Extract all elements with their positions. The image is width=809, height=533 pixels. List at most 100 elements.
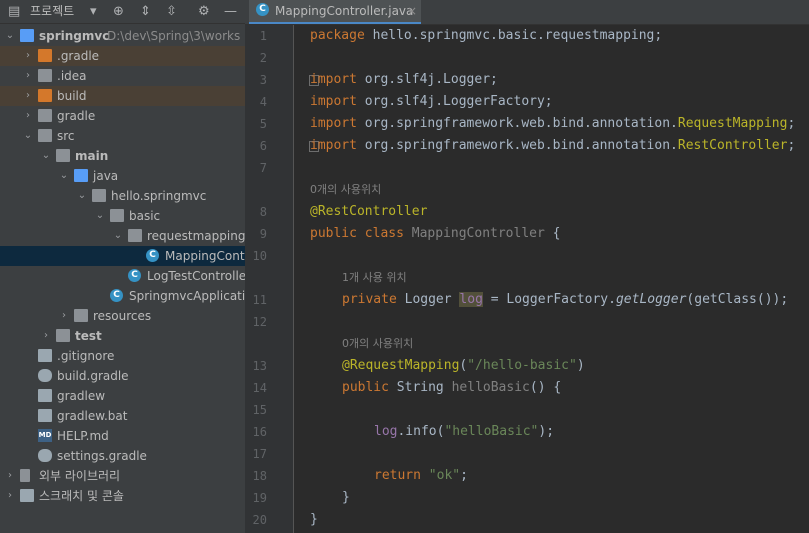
collapse-all-icon[interactable]: ⇳: [166, 0, 177, 23]
chevron-down-icon[interactable]: ⌄: [22, 126, 34, 146]
hide-icon[interactable]: —: [224, 0, 237, 23]
tree-item[interactable]: › .gradle: [0, 46, 245, 66]
project-view-title[interactable]: 프로젝트: [30, 0, 74, 23]
line-number: 4: [259, 95, 267, 109]
code-line-3: import org.slf4j.Logger;: [310, 72, 498, 87]
chevron-down-icon[interactable]: ⌄: [76, 186, 88, 206]
chevron-right-icon[interactable]: ›: [22, 46, 34, 66]
tree-item[interactable]: › resources: [0, 306, 245, 326]
line-number: 14: [252, 381, 267, 395]
chevron-down-icon[interactable]: ⌄: [94, 206, 106, 226]
tree-item[interactable]: C MappingContro: [0, 246, 245, 266]
tree-item[interactable]: ⌄ java: [0, 166, 245, 186]
tree-item[interactable]: settings.gradle: [0, 446, 245, 466]
tree-item[interactable]: ⌄ springmvc D:\dev\Spring\3\works: [0, 26, 245, 46]
tree-item-label: settings.gradle: [57, 449, 147, 463]
source-folder-icon: [74, 169, 88, 182]
file-icon: [38, 389, 52, 402]
tree-item[interactable]: .gitignore: [0, 346, 245, 366]
chevron-down-icon[interactable]: ⌄: [4, 26, 16, 46]
tab-label: MappingController.java: [275, 4, 414, 18]
chevron-down-icon[interactable]: ⌄: [58, 166, 70, 186]
chevron-down-icon[interactable]: ▾: [90, 0, 97, 23]
usage-hint[interactable]: 0개의 사용위치: [310, 179, 381, 201]
line-number: 12: [252, 315, 267, 329]
tree-item-label: gradlew.bat: [57, 409, 128, 423]
folder-icon: [38, 69, 52, 82]
chevron-right-icon[interactable]: ›: [4, 486, 16, 506]
code-line-5: import org.springframework.web.bind.anno…: [310, 116, 796, 131]
tree-item[interactable]: › gradle: [0, 106, 245, 126]
tree-item[interactable]: › 외부 라이브러리: [0, 466, 245, 486]
folder-icon: [56, 149, 70, 162]
usage-hint[interactable]: 1개 사용 위치: [342, 267, 407, 289]
class-icon: C: [146, 249, 159, 262]
tree-item[interactable]: ⌄ main: [0, 146, 245, 166]
tree-item[interactable]: MD HELP.md: [0, 426, 245, 446]
chevron-right-icon[interactable]: ›: [40, 326, 52, 346]
line-number: 8: [259, 205, 267, 219]
chevron-down-icon[interactable]: ⌄: [40, 146, 52, 166]
tree-item-label: main: [75, 149, 109, 163]
libraries-icon: [20, 469, 30, 482]
editor-tabs: C MappingController.java ×: [245, 0, 809, 25]
expand-all-icon[interactable]: ⇕: [140, 0, 151, 23]
class-icon: C: [128, 269, 141, 282]
markdown-icon: MD: [38, 429, 52, 442]
tree-item[interactable]: ⌄ requestmapping: [0, 226, 245, 246]
file-icon: [38, 349, 52, 362]
line-number: 7: [259, 161, 267, 175]
tree-item-label: HELP.md: [57, 429, 109, 443]
scratches-icon: [20, 489, 34, 502]
tab-mappingcontroller[interactable]: C MappingController.java ×: [249, 0, 421, 24]
code-line-16: log.info("helloBasic");: [374, 424, 555, 439]
tree-item-label: MappingContro: [165, 249, 245, 263]
project-view-icon[interactable]: ▤: [8, 0, 20, 23]
tree-item[interactable]: › .idea: [0, 66, 245, 86]
line-number: 5: [259, 117, 267, 131]
tree-item[interactable]: C LogTestController: [0, 266, 245, 286]
tree-item[interactable]: gradlew.bat: [0, 406, 245, 426]
tree-item[interactable]: › build: [0, 86, 245, 106]
chevron-right-icon[interactable]: ›: [22, 106, 34, 126]
tree-item[interactable]: C SpringmvcApplication: [0, 286, 245, 306]
tree-item[interactable]: ⌄ src: [0, 126, 245, 146]
tree-item-label: basic: [129, 209, 161, 223]
line-number: 11: [252, 293, 267, 307]
usage-hint[interactable]: 0개의 사용위치: [342, 333, 413, 355]
locate-icon[interactable]: ⊕: [113, 0, 124, 23]
tree-item[interactable]: build.gradle: [0, 366, 245, 386]
tree-item[interactable]: ⌄ hello.springmvc: [0, 186, 245, 206]
code-line-20: }: [310, 512, 318, 527]
package-icon: [110, 209, 124, 222]
gear-icon[interactable]: ⚙: [198, 0, 210, 23]
line-number: 16: [252, 425, 267, 439]
excluded-folder-icon: [38, 49, 52, 62]
chevron-right-icon[interactable]: ›: [22, 66, 34, 86]
tree-item-label: test: [75, 329, 102, 343]
tree-item[interactable]: gradlew: [0, 386, 245, 406]
tree-item-label: gradlew: [57, 389, 106, 403]
tree-item-label: gradle: [57, 109, 96, 123]
code-line-4: import org.slf4j.LoggerFactory;: [310, 94, 553, 109]
code-line-8: @RestController: [310, 204, 428, 219]
line-number: 10: [252, 249, 267, 263]
chevron-down-icon[interactable]: ⌄: [112, 226, 124, 246]
tree-item-label: requestmapping: [147, 229, 245, 243]
chevron-right-icon[interactable]: ›: [58, 306, 70, 326]
chevron-right-icon[interactable]: ›: [22, 86, 34, 106]
tree-item-label: SpringmvcApplication: [129, 289, 245, 303]
ide-window: ▤ 프로젝트 ▾ ⊕ ⇕ ⇳ ⚙ — ⌄ springmvc D:\dev\Spr…: [0, 0, 809, 533]
tree-item[interactable]: ⌄ basic: [0, 206, 245, 226]
close-icon[interactable]: ×: [407, 0, 417, 22]
module-icon: [20, 29, 34, 42]
excluded-folder-icon: [38, 89, 52, 102]
tree-item-label: .gitignore: [57, 349, 115, 363]
line-number: 19: [252, 491, 267, 505]
line-number: 1: [259, 29, 267, 43]
chevron-right-icon[interactable]: ›: [4, 466, 16, 486]
tree-item[interactable]: › test: [0, 326, 245, 346]
code-line-13: @RequestMapping("/hello-basic"): [342, 358, 585, 373]
tree-item[interactable]: › 스크래치 및 콘솔: [0, 486, 245, 506]
tree-item-label: build: [57, 89, 87, 103]
